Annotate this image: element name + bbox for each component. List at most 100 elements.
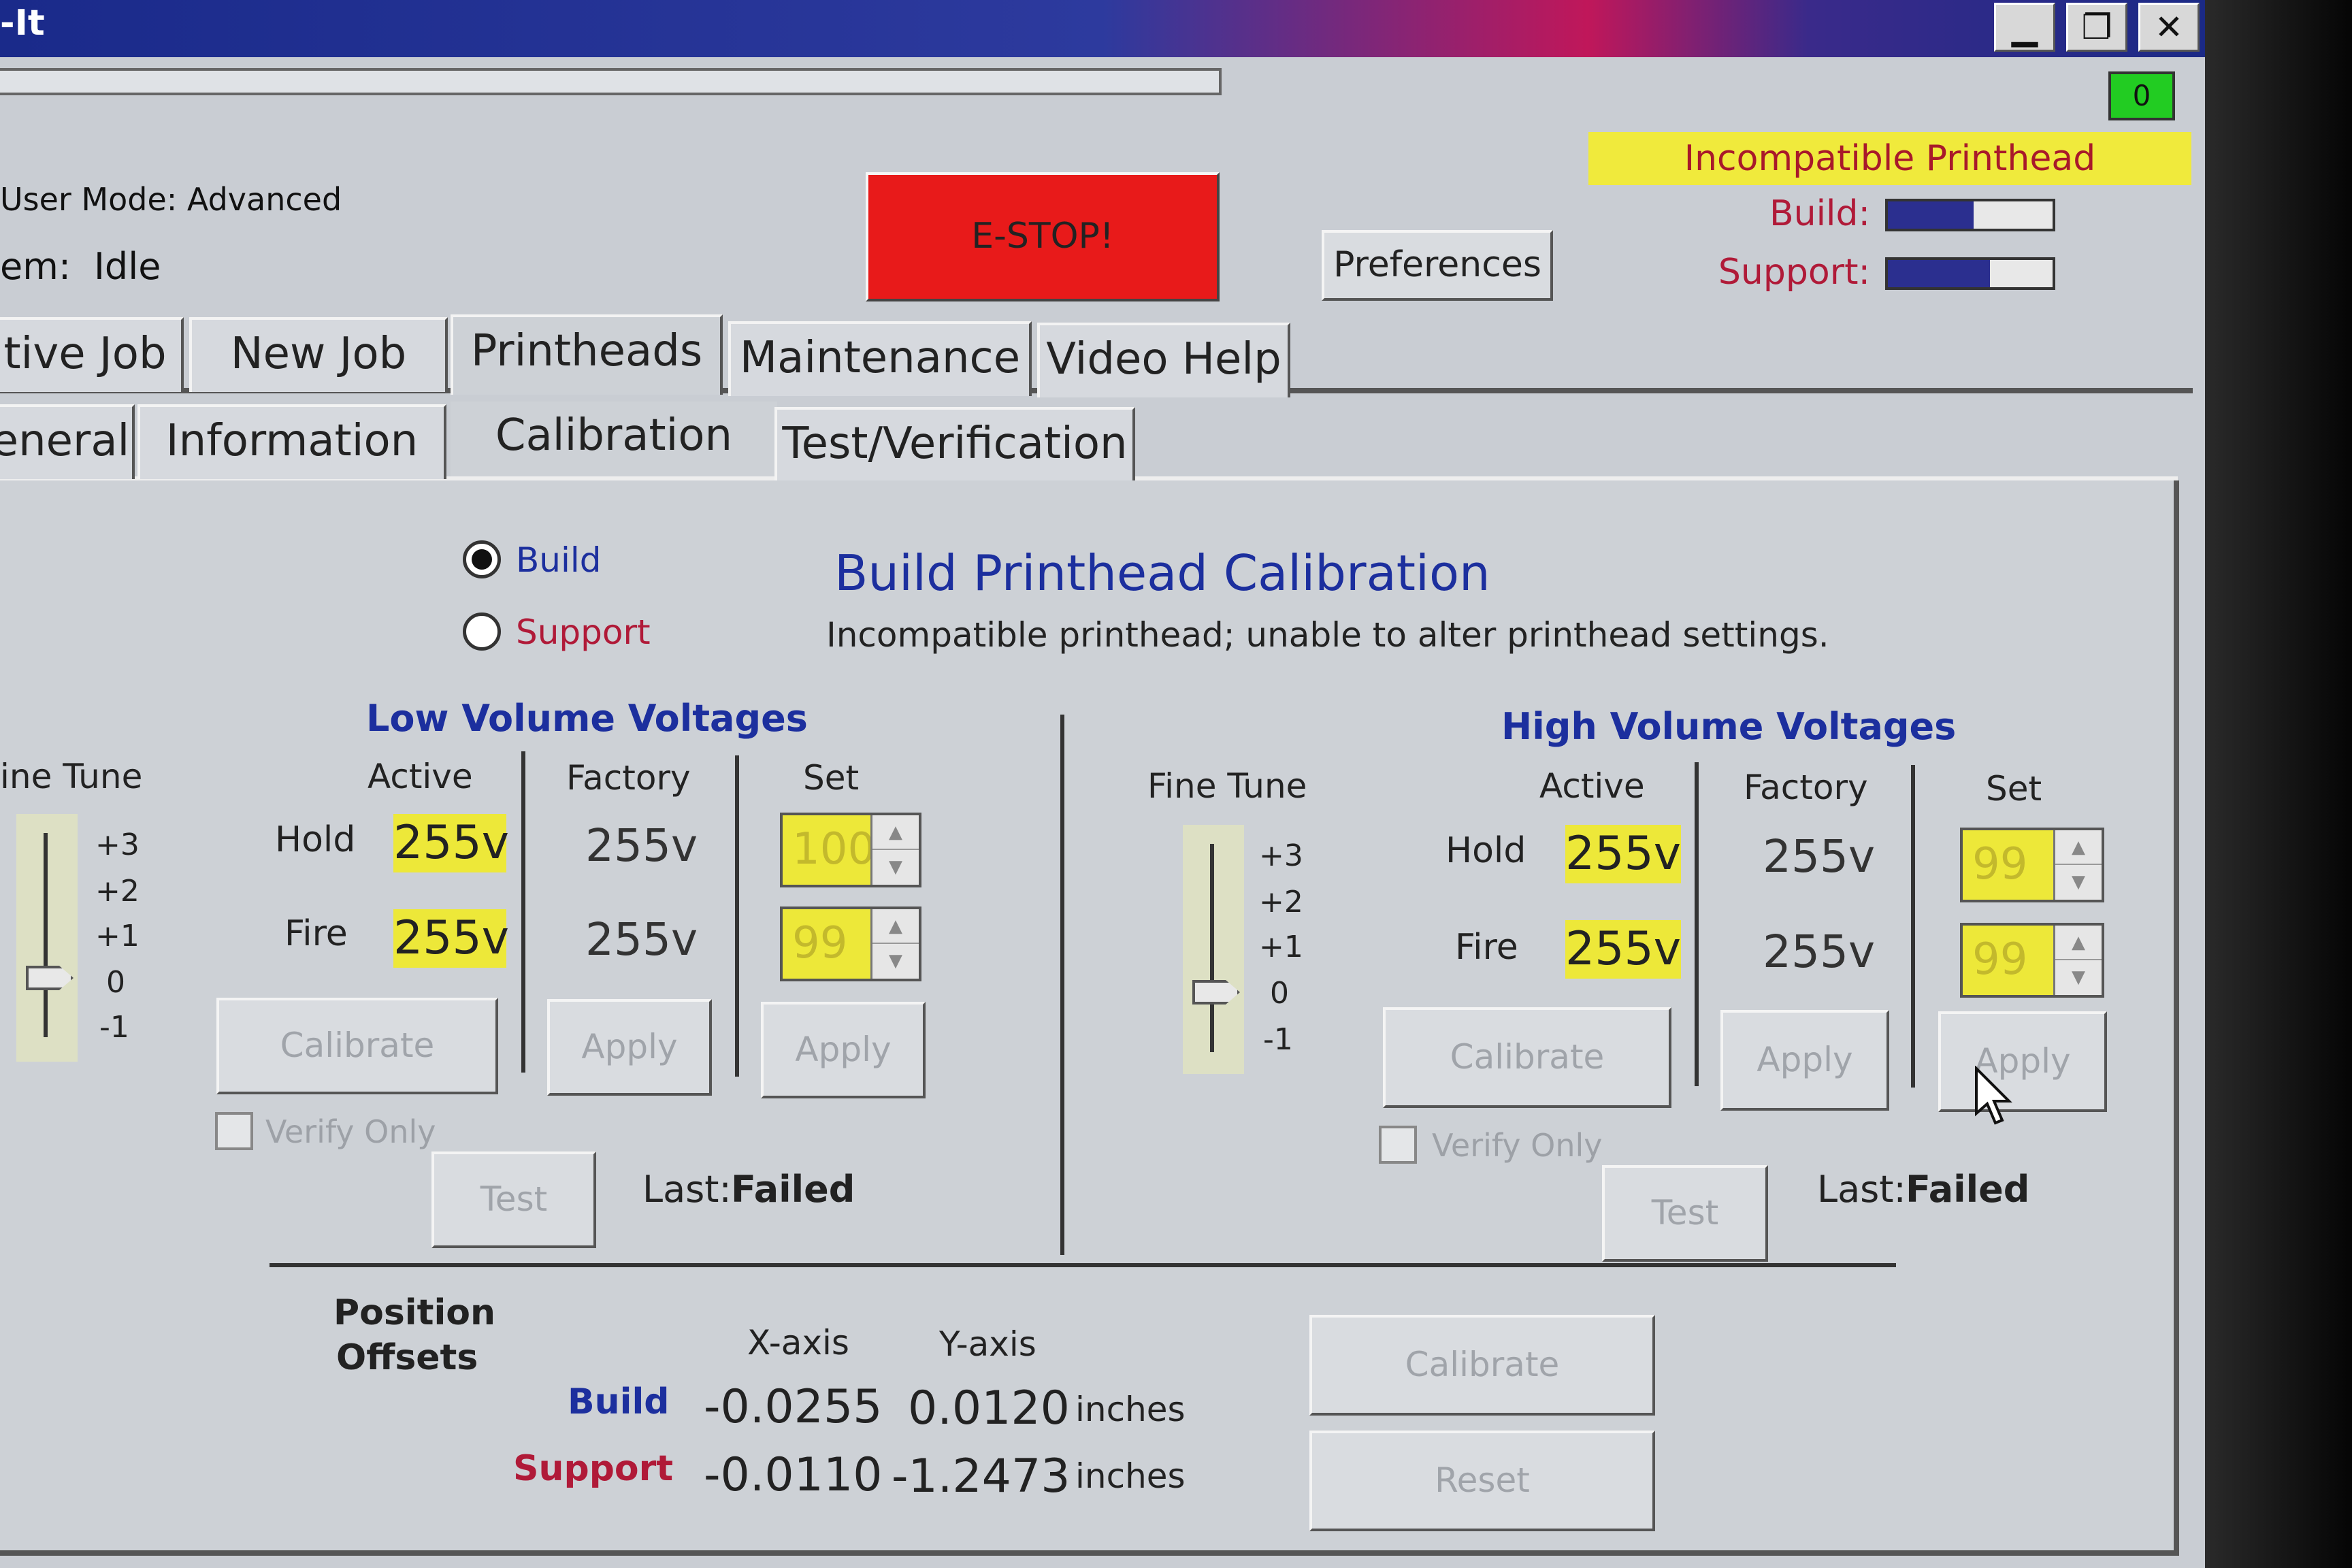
- high-divider-2: [1911, 765, 1915, 1088]
- spin-down-icon[interactable]: ▼: [872, 944, 919, 979]
- radio-build[interactable]: [463, 540, 501, 578]
- mouse-pointer-icon: [1975, 1066, 2012, 1125]
- job-progress-bar: [0, 68, 1222, 95]
- low-fire-set-arrows: ▲ ▼: [870, 909, 919, 979]
- high-last-result: Failed: [1906, 1168, 2030, 1211]
- low-hold-set-value: 100: [783, 815, 875, 885]
- spin-up-icon[interactable]: ▲: [872, 815, 919, 850]
- low-slider-thumb[interactable]: [26, 966, 74, 990]
- support-meter-fill: [1888, 260, 1991, 287]
- subtab-information[interactable]: Information: [137, 404, 446, 479]
- offsets-build-label: Build: [568, 1382, 670, 1422]
- low-scale-zero: 0: [106, 965, 125, 1000]
- low-fire-set-stepper[interactable]: 99 ▲ ▼: [780, 906, 921, 981]
- offsets-y-header: Y-axis: [939, 1324, 1036, 1364]
- high-hold-set-stepper[interactable]: 99 ▲ ▼: [1960, 828, 2104, 902]
- tab-video-help[interactable]: Video Help: [1037, 323, 1290, 397]
- low-last-result: Failed: [731, 1168, 855, 1211]
- offsets-support-x: -0.0110: [704, 1448, 883, 1502]
- low-fire-factory-value: 255v: [585, 913, 698, 966]
- subtab-calibration[interactable]: Calibration: [451, 402, 777, 476]
- support-meter-label: Support:: [1718, 252, 1870, 293]
- calibration-title: Build Printhead Calibration: [834, 544, 1490, 602]
- low-calibrate-button[interactable]: Calibrate: [216, 998, 498, 1094]
- low-fine-tune-label: ine Tune: [0, 757, 143, 796]
- high-fire-set-stepper[interactable]: 99 ▲ ▼: [1960, 923, 2104, 998]
- monitor-bezel: [2205, 0, 2352, 1568]
- offsets-support-unit: inches: [1075, 1456, 1186, 1496]
- window-title: -It: [0, 3, 45, 44]
- restore-button[interactable]: ❐: [2066, 3, 2127, 52]
- high-fire-label: Fire: [1455, 927, 1518, 968]
- high-hold-factory-value: 255v: [1763, 830, 1876, 883]
- high-slider-thumb[interactable]: [1192, 980, 1240, 1004]
- incompatible-printhead-warning: Incompatible Printhead: [1588, 132, 2191, 185]
- low-col-active: Active: [368, 757, 473, 796]
- system-state-value: Idle: [94, 245, 161, 288]
- tab-printheads[interactable]: Printheads: [451, 314, 723, 395]
- high-hold-set-value: 99: [1963, 830, 2055, 900]
- spin-up-icon[interactable]: ▲: [2055, 830, 2102, 865]
- support-material-meter: [1885, 257, 2055, 290]
- high-fire-active-value: 255v: [1565, 920, 1681, 979]
- spin-down-icon[interactable]: ▼: [872, 850, 919, 885]
- center-divider: [1060, 715, 1064, 1255]
- offsets-x-header: X-axis: [747, 1323, 849, 1362]
- preferences-button[interactable]: Preferences: [1322, 230, 1553, 301]
- high-volume-title: High Volume Voltages: [1501, 705, 1957, 748]
- close-button[interactable]: ✕: [2138, 3, 2200, 52]
- high-verify-only-checkbox[interactable]: [1379, 1126, 1417, 1164]
- spin-up-icon[interactable]: ▲: [872, 909, 919, 944]
- high-apply-set-button[interactable]: Apply: [1938, 1011, 2107, 1112]
- low-hold-factory-value: 255v: [585, 819, 698, 872]
- low-fire-active-value: 255v: [393, 909, 509, 968]
- tab-active-job[interactable]: tive Job: [0, 317, 184, 392]
- radio-build-label: Build: [516, 540, 602, 580]
- high-fire-set-arrows: ▲ ▼: [2053, 926, 2102, 995]
- spin-down-icon[interactable]: ▼: [2055, 865, 2102, 900]
- spin-up-icon[interactable]: ▲: [2055, 926, 2102, 960]
- low-hold-label: Hold: [275, 819, 356, 860]
- high-fire-factory-value: 255v: [1763, 926, 1876, 978]
- tab-maintenance[interactable]: Maintenance: [728, 321, 1032, 396]
- high-apply-factory-button[interactable]: Apply: [1720, 1010, 1889, 1111]
- low-volume-title: Low Volume Voltages: [366, 697, 808, 740]
- offsets-title-line1: Position: [333, 1292, 496, 1333]
- low-last-label: Last:: [642, 1168, 732, 1211]
- low-apply-set-button[interactable]: Apply: [761, 1002, 926, 1098]
- high-verify-only-label: Verify Only: [1432, 1127, 1603, 1164]
- offsets-divider: [270, 1263, 1896, 1267]
- high-col-factory: Factory: [1744, 768, 1868, 807]
- offsets-build-x: -0.0255: [704, 1380, 883, 1434]
- offsets-title-line2: Offsets: [336, 1337, 478, 1378]
- low-hold-set-stepper[interactable]: 100 ▲ ▼: [780, 813, 921, 887]
- subtab-test-verification[interactable]: Test/Verification: [774, 407, 1135, 482]
- low-col-set: Set: [803, 758, 860, 798]
- estop-button[interactable]: E-STOP!: [866, 172, 1220, 301]
- subtab-general[interactable]: eneral: [0, 404, 135, 479]
- low-fine-tune-slider[interactable]: [16, 814, 78, 1062]
- counter-indicator: 0: [2108, 71, 2175, 120]
- low-apply-factory-button[interactable]: Apply: [547, 999, 712, 1096]
- low-verify-only-checkbox[interactable]: [215, 1112, 253, 1150]
- radio-support-label: Support: [516, 612, 651, 652]
- tab-new-job[interactable]: New Job: [189, 317, 448, 392]
- low-verify-only-label: Verify Only: [265, 1113, 436, 1150]
- spin-down-icon[interactable]: ▼: [2055, 960, 2102, 995]
- high-fine-tune-slider[interactable]: [1183, 825, 1244, 1074]
- high-calibrate-button[interactable]: Calibrate: [1383, 1007, 1671, 1108]
- radio-support[interactable]: [463, 612, 501, 651]
- minimize-button[interactable]: ▁: [1994, 3, 2055, 52]
- high-scale-plus1: +1: [1259, 930, 1303, 964]
- high-test-button[interactable]: Test: [1602, 1165, 1768, 1262]
- system-state-label: em:: [0, 245, 71, 288]
- offsets-reset-button[interactable]: Reset: [1309, 1431, 1655, 1531]
- application-window: -It ▁ ❐ ✕ 0 User Mode: Advanced em: Idle…: [0, 0, 2205, 1568]
- high-scale-minus1: -1: [1263, 1022, 1293, 1057]
- low-test-button[interactable]: Test: [431, 1152, 596, 1248]
- title-bar: -It ▁ ❐ ✕: [0, 0, 2205, 57]
- offsets-calibrate-button[interactable]: Calibrate: [1309, 1315, 1655, 1416]
- low-divider-2: [735, 755, 739, 1077]
- offsets-build-y: 0.0120: [908, 1382, 1070, 1435]
- low-scale-minus1: -1: [99, 1010, 129, 1045]
